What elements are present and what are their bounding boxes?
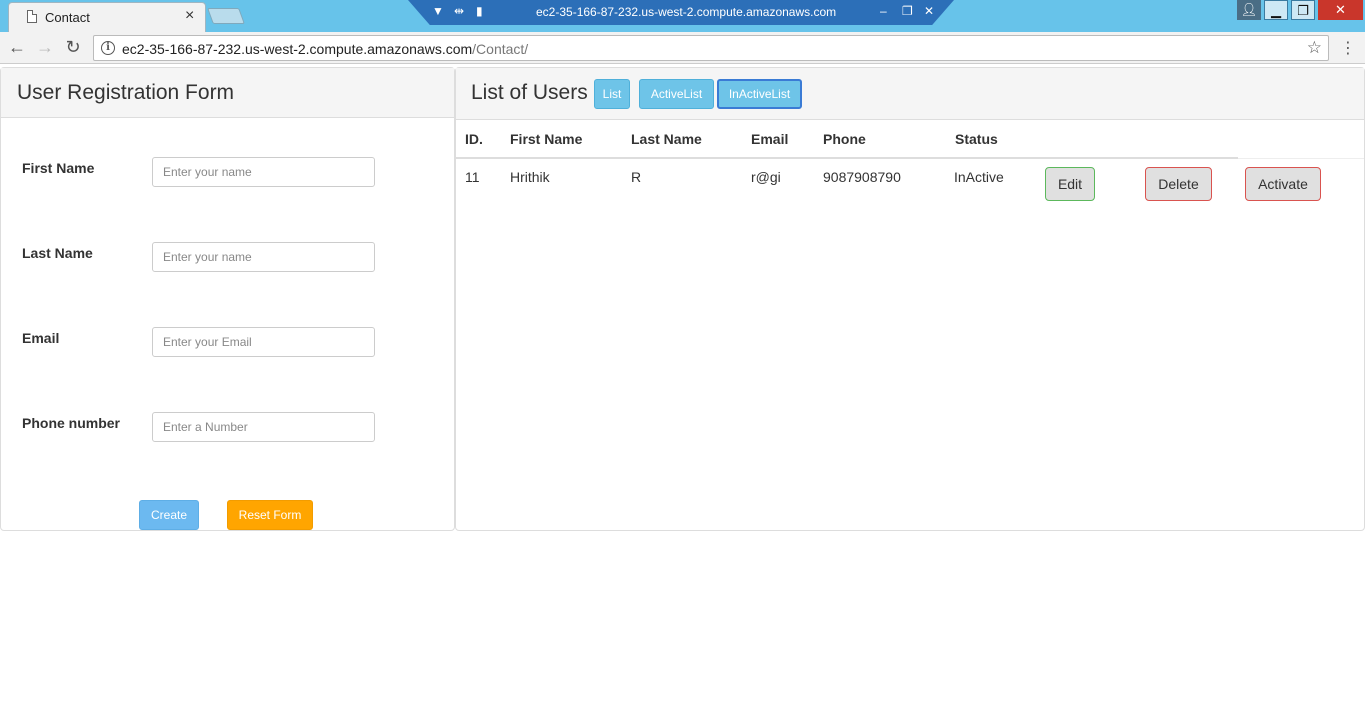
first-name-input[interactable] [152,157,375,187]
column-header-email: Email [751,131,789,147]
users-panel-header: List of Users List ActiveList InActiveLi… [456,68,1364,120]
signal-icon: ▮ [476,4,483,18]
column-header-first-name: First Name [510,131,583,147]
url-text: ec2-35-166-87-232.us-west-2.compute.amaz… [122,41,528,57]
reload-icon[interactable]: ↻ [62,36,84,58]
cell-last-name: R [631,169,642,185]
minimize-icon[interactable]: – [880,4,887,18]
new-tab-button[interactable] [207,8,245,24]
last-name-input[interactable] [152,242,375,272]
header-divider [456,157,1238,159]
cell-email: r@gi [751,169,781,185]
user-icon[interactable]: 👤︎ [1237,0,1261,20]
cell-phone: 9087908790 [823,169,901,185]
reset-form-button[interactable]: Reset Form [227,500,313,530]
restore-icon[interactable]: ❐ [902,4,913,18]
active-list-button[interactable]: ActiveList [639,79,714,109]
tab-title: Contact [45,10,90,25]
url-input[interactable]: i ec2-35-166-87-232.us-west-2.compute.am… [93,35,1329,61]
menu-icon[interactable]: ⋮ [1340,38,1356,58]
phone-label: Phone number [22,415,121,431]
address-bar: ← → ↻ i ec2-35-166-87-232.us-west-2.comp… [0,32,1365,64]
first-name-label: First Name [22,160,95,176]
star-icon[interactable]: ☆ [1307,38,1322,58]
close-tab-icon[interactable]: × [185,7,194,25]
phone-input[interactable] [152,412,375,442]
cell-status: InActive [954,169,1004,185]
registration-title: User Registration Form [17,81,235,104]
registration-panel: User Registration Form First Name Last N… [0,67,455,531]
url-host: ec2-35-166-87-232.us-west-2.compute.amaz… [122,41,473,57]
create-button[interactable]: Create [139,500,199,530]
users-panel: List of Users List ActiveList InActiveLi… [455,67,1365,531]
delete-button[interactable]: Delete [1145,167,1212,201]
cell-first-name: Hrithik [510,169,550,185]
email-input[interactable] [152,327,375,357]
document-icon [27,10,37,23]
column-header-id: ID. [465,131,483,147]
last-name-label: Last Name [22,245,93,261]
close-icon[interactable]: ✕ [924,4,934,18]
remote-session-bar: ▼ ⇹ ▮ ec2-35-166-87-232.us-west-2.comput… [408,0,954,25]
activate-button[interactable]: Activate [1245,167,1321,201]
column-header-last-name: Last Name [631,131,702,147]
cell-id: 11 [465,169,480,185]
window-maximize-button[interactable]: ❐ [1291,0,1315,20]
users-title: List of Users [471,81,588,104]
browser-titlebar: Contact × ▼ ⇹ ▮ ec2-35-166-87-232.us-wes… [0,0,1365,32]
chevron-down-icon[interactable]: ▼ [432,4,444,18]
forward-arrow-icon[interactable]: → [34,36,56,58]
column-header-phone: Phone [823,131,866,147]
window-minimize-button[interactable]: ▁ [1264,0,1288,20]
email-label: Email [22,330,60,346]
inactive-list-button[interactable]: InActiveList [717,79,802,109]
back-arrow-icon[interactable]: ← [6,36,28,58]
info-icon[interactable]: i [101,41,115,55]
pin-icon[interactable]: ⇹ [454,4,464,18]
browser-tab-contact[interactable]: Contact × [8,2,206,32]
window-close-button[interactable]: ✕ [1318,0,1363,20]
url-path: /Contact/ [472,41,529,57]
column-header-status: Status [955,131,998,147]
list-button[interactable]: List [594,79,630,109]
edit-button[interactable]: Edit [1045,167,1095,201]
registration-panel-header: User Registration Form [1,68,454,118]
remote-session-title: ec2-35-166-87-232.us-west-2.compute.amaz… [536,5,837,19]
